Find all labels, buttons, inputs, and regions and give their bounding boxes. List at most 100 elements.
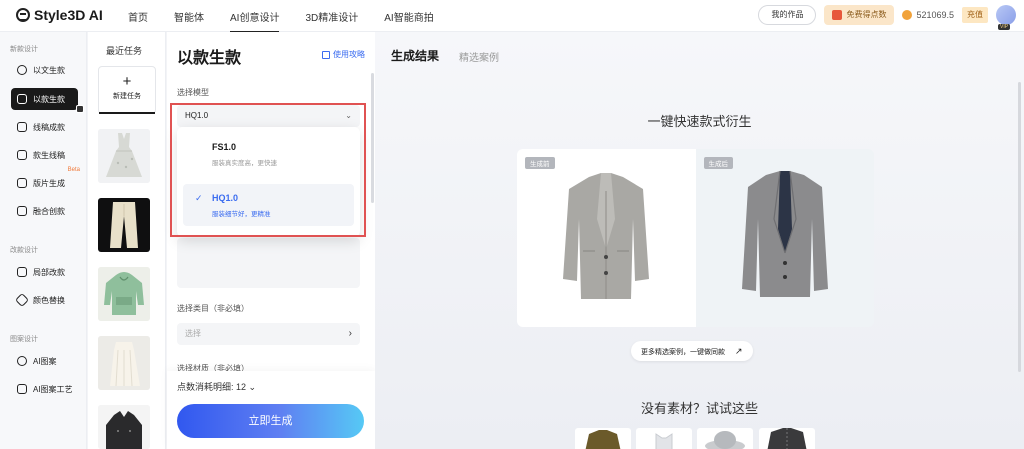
sample-thumbnail[interactable]: [636, 428, 692, 449]
cost-detail-label: 点数消耗明细: 12: [177, 382, 247, 392]
sidebar-item-label: 局部改款: [33, 267, 65, 277]
brand-logo[interactable]: Style3D AI: [16, 7, 103, 23]
sidebar: 新款设计 以文生款 以款生款 线稿成款 款生线稿 版片生成 Beta 融合创款 …: [0, 32, 87, 449]
color-replace-icon: [14, 292, 30, 308]
guide-link[interactable]: 使用攻略: [322, 49, 365, 60]
sidebar-item-label: 款生线稿: [33, 150, 65, 160]
sidebar-item-label: 颜色替换: [33, 295, 65, 305]
hoodie-image: [98, 267, 150, 321]
pattern-piece-icon: [17, 178, 27, 188]
sidebar-item-ai-pattern[interactable]: AI图案: [11, 350, 78, 372]
top-bar: Style3D AI 首页 智能体 AI创意设计 3D精准设计 AI智能商拍 我…: [0, 0, 1024, 33]
sidebar-item-label: 版片生成: [33, 178, 65, 188]
recent-task-thumbnail[interactable]: [98, 336, 150, 390]
sidebar-item-label: 融合创款: [33, 206, 65, 216]
free-points-button[interactable]: 免费得点数: [824, 5, 895, 25]
nav-item-agent[interactable]: 智能体: [174, 9, 204, 24]
sidebar-item-color-replace[interactable]: 颜色替换: [11, 289, 78, 311]
fusion-icon: [17, 206, 27, 216]
prompt-input[interactable]: [177, 238, 360, 288]
nav-item-ai-creative-design[interactable]: AI创意设计: [230, 9, 280, 33]
nav-item-ai-photo[interactable]: AI智能商拍: [384, 9, 433, 24]
points-value: 521069.5: [916, 10, 954, 20]
sidebar-item-local-edit[interactable]: 局部改款: [11, 261, 78, 283]
before-panel: 生成前: [517, 149, 696, 327]
panel-scrollbar[interactable]: [371, 73, 374, 203]
shirt-icon: [17, 122, 27, 132]
skirt-image: [98, 336, 150, 390]
top-right-actions: 我的作品 免费得点数 521069.5 充值 VIP: [758, 5, 1016, 30]
page-title: 以款生款: [177, 50, 242, 67]
more-cases-button[interactable]: 更多精选案例，一键做同款 ↗: [631, 341, 753, 361]
nav-item-3d-design[interactable]: 3D精准设计: [305, 9, 358, 24]
nav-item-home[interactable]: 首页: [128, 9, 148, 24]
sidebar-item-style-to-style[interactable]: 以款生款: [11, 88, 84, 113]
image-style-icon: [17, 94, 27, 104]
coin-icon: [902, 10, 913, 20]
sample-thumbnail[interactable]: [697, 428, 753, 449]
category-select[interactable]: 选择 ›: [177, 323, 360, 345]
text-style-icon: [17, 65, 27, 75]
logo-text: Style3D AI: [34, 7, 103, 23]
gift-icon: [832, 10, 843, 20]
tab-results[interactable]: 生成结果: [391, 47, 439, 64]
active-indicator-icon: [76, 105, 84, 113]
sidebar-section-title: 图案设计: [10, 336, 38, 343]
pattern-craft-icon: [17, 384, 27, 394]
sidebar-item-ai-pattern-craft[interactable]: AI图案工艺: [11, 378, 78, 400]
sidebar-item-label: 线稿成款: [33, 122, 65, 132]
blazer-after-image: [741, 170, 828, 297]
generate-button[interactable]: 立即生成: [177, 404, 364, 438]
sidebar-item-label: 以文生款: [33, 65, 65, 75]
plus-icon: +: [122, 73, 132, 90]
logo-icon: [16, 8, 30, 22]
sidebar-item-pattern-generation[interactable]: 版片生成 Beta: [11, 167, 80, 194]
results-area: 生成结果 精选案例 一键快速款式衍生 生成前 生成后 更多精选案例，一键做同款 …: [375, 32, 1024, 449]
sidebar-item-style-to-sketch[interactable]: 款生线稿: [11, 144, 78, 166]
after-panel: 生成后: [695, 149, 874, 327]
category-label: 选择类目（非必填）: [177, 304, 249, 313]
recent-task-thumbnail[interactable]: [98, 405, 150, 449]
sidebar-item-label: AI图案: [33, 356, 57, 366]
before-after-compare: 生成前 生成后: [517, 149, 874, 327]
top-nav: 首页 智能体 AI创意设计 3D精准设计 AI智能商拍: [128, 9, 460, 33]
model-label: 选择模型: [177, 88, 209, 97]
sample-thumbnail[interactable]: [575, 428, 631, 449]
sidebar-item-sketch-to-style[interactable]: 线稿成款: [11, 116, 78, 138]
dress-image: [98, 129, 150, 183]
sidebar-item-fusion[interactable]: 融合创款: [11, 200, 78, 222]
sidebar-item-label: 以款生款: [33, 94, 65, 104]
sample-hat-image: [705, 431, 745, 449]
category-placeholder: 选择: [185, 329, 201, 338]
my-works-button[interactable]: 我的作品: [758, 5, 817, 25]
sample-thumbnail[interactable]: [759, 428, 815, 449]
no-material-title: 没有素材？试试这些: [640, 401, 758, 416]
sidebar-item-label: AI图案工艺: [33, 384, 73, 394]
free-points-label: 免费得点数: [846, 10, 887, 19]
tab-featured-cases[interactable]: 精选案例: [459, 49, 499, 64]
recent-task-thumbnail[interactable]: [98, 267, 150, 321]
config-panel: 以款生款 使用攻略 选择模型 HQ1.0 ⌄ FS1.0 服装真实度高，更快速 …: [167, 32, 375, 449]
vip-badge: VIP: [998, 24, 1011, 30]
shirt-sketch-icon: [17, 150, 27, 160]
arrow-up-right-icon: ↗: [734, 346, 743, 356]
hero-title: 一键快速款式衍生: [647, 114, 752, 129]
chevron-right-icon: ›: [348, 328, 352, 339]
avatar[interactable]: VIP: [996, 5, 1016, 30]
before-tag: 生成前: [525, 157, 555, 169]
chevron-down-icon: ⌄: [248, 382, 257, 392]
results-scrollbar[interactable]: [1018, 82, 1021, 372]
local-edit-icon: [17, 267, 27, 277]
new-task-button[interactable]: + 新建任务: [98, 66, 156, 114]
recent-task-thumbnail[interactable]: [98, 129, 150, 183]
sample-top-image: [655, 433, 673, 449]
highlight-box: [170, 103, 366, 237]
after-tag: 生成后: [703, 157, 733, 169]
points-balance: 521069.5: [902, 10, 954, 20]
sample-coat-image: [767, 428, 807, 449]
cost-detail[interactable]: 点数消耗明细: 12 ⌄: [177, 380, 256, 393]
recent-task-thumbnail[interactable]: [98, 198, 150, 252]
recharge-button[interactable]: 充值: [962, 7, 988, 23]
book-icon: [322, 50, 330, 59]
sidebar-item-text-to-style[interactable]: 以文生款: [11, 59, 78, 81]
